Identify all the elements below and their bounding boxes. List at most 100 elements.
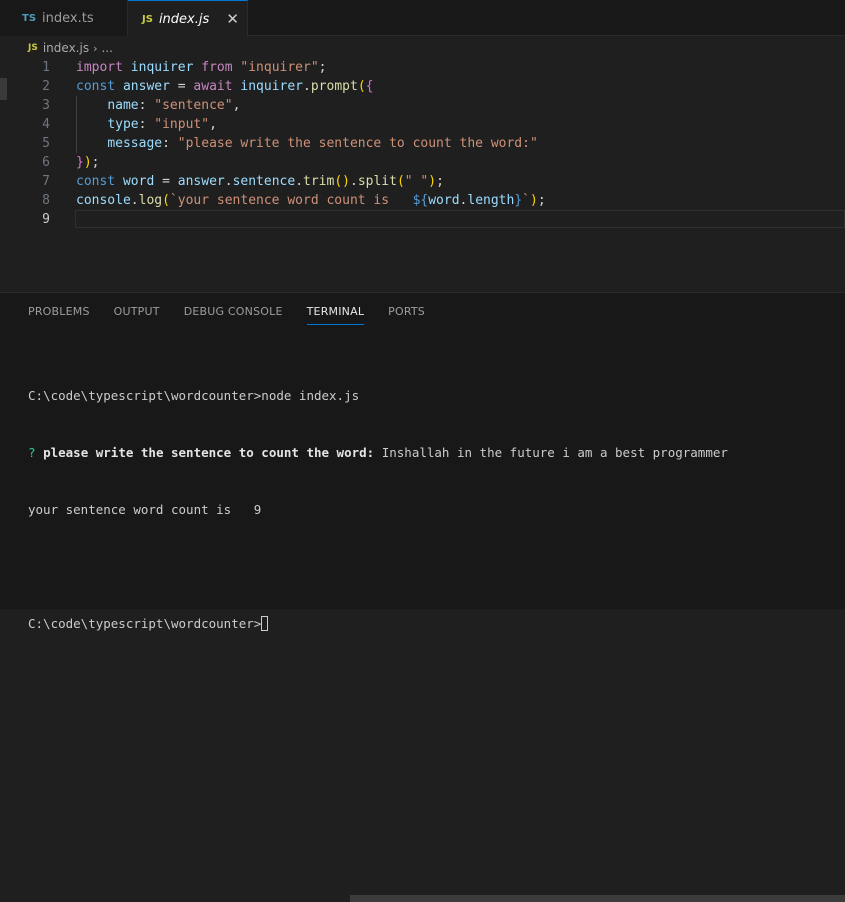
code-token: .: [130, 193, 139, 208]
code-token: .: [349, 174, 358, 189]
code-token: ,: [232, 98, 241, 113]
code-token: length: [467, 193, 515, 208]
code-line[interactable]: 1 import inquirer from "inquirer";: [0, 58, 845, 77]
breadcrumb: JS index.js › ...: [28, 39, 113, 57]
code-token: .: [295, 174, 304, 189]
line-number: 3: [42, 98, 50, 113]
code-line[interactable]: 7 const word = answer.sentence.trim().spl…: [0, 172, 845, 191]
line-code: type: "input",: [76, 115, 217, 134]
code-token: {: [365, 79, 374, 94]
code-token: ${: [412, 193, 429, 208]
question-text: please write the sentence to count the w…: [43, 445, 375, 460]
code-token: .: [303, 79, 311, 94]
line-number: 2: [42, 79, 50, 94]
code-token: ;: [436, 174, 444, 189]
code-token: :: [162, 136, 178, 151]
code-token: trim: [303, 174, 335, 189]
panel-tabs: PROBLEMS OUTPUT DEBUG CONSOLE TERMINAL PORTS: [28, 304, 449, 325]
editor-tab-bar: TS index.ts JS index.js ✕: [0, 0, 845, 37]
panel-tab-debug-console[interactable]: DEBUG CONSOLE: [184, 304, 283, 324]
code-line[interactable]: 2 const answer = await inquirer.prompt({: [0, 77, 845, 96]
line-code: message: "please write the sentence to c…: [76, 134, 538, 153]
code-token: answer: [122, 79, 170, 94]
typescript-file-icon: TS: [22, 12, 37, 24]
javascript-file-icon: JS: [28, 43, 38, 53]
code-token: "input": [154, 117, 210, 132]
code-token: log: [138, 193, 163, 208]
terminal-prompt-line[interactable]: C:\code\typescript\wordcounter>: [28, 614, 728, 633]
code-token: ): [428, 174, 437, 189]
javascript-file-icon: JS: [142, 13, 153, 25]
line-number: 5: [42, 136, 50, 151]
code-token: split: [357, 174, 397, 189]
code-token: "please write the sentence to count the …: [177, 136, 538, 151]
code-editor[interactable]: 1 import inquirer from "inquirer"; 2 const …: [0, 58, 845, 292]
tab-label: index.js: [158, 11, 210, 27]
line-number: 9: [42, 212, 50, 227]
code-token: answer: [177, 174, 225, 189]
code-token: prompt: [310, 79, 358, 94]
code-token: (: [396, 174, 405, 189]
chevron-right-icon: ›: [93, 41, 98, 55]
code-token: const: [76, 174, 116, 189]
code-token: (): [334, 174, 350, 189]
code-token: word: [428, 193, 460, 208]
code-token: word: [122, 174, 155, 189]
breadcrumb-file[interactable]: index.js: [43, 41, 89, 55]
tab-label: index.ts: [42, 10, 94, 26]
code-token: const: [76, 79, 116, 94]
code-token: sentence: [232, 174, 296, 189]
code-line[interactable]: 5 message: "please write the sentence to…: [0, 134, 845, 153]
code-token: (: [162, 193, 170, 208]
code-line[interactable]: 6});: [0, 153, 845, 172]
code-token: inquirer: [240, 79, 304, 94]
tab-index-ts[interactable]: TS index.ts: [0, 0, 128, 36]
code-token: await: [193, 79, 233, 94]
close-icon[interactable]: ✕: [226, 10, 239, 28]
code-token: from: [201, 60, 233, 75]
code-token: "inquirer": [240, 60, 319, 75]
code-token: ): [530, 193, 538, 208]
line-code: name: "sentence",: [76, 96, 240, 115]
code-token: ,: [209, 117, 217, 132]
line-number: 8: [42, 193, 50, 208]
code-token: ;: [91, 155, 100, 170]
answer-text: Inshallah in the future i am a best prog…: [374, 445, 728, 460]
code-line[interactable]: 3 name: "sentence",: [0, 96, 845, 115]
question-mark: ?: [28, 445, 36, 460]
terminal-cursor: [261, 616, 269, 631]
horizontal-scrollbar[interactable]: [350, 895, 845, 902]
code-token: :: [138, 117, 155, 132]
current-line-highlight: [75, 210, 845, 228]
code-line[interactable]: 4 type: "input",: [0, 115, 845, 134]
code-token: =: [169, 79, 194, 94]
breadcrumb-more[interactable]: ...: [101, 41, 112, 55]
code-token: ;: [318, 60, 327, 75]
line-number: 6: [42, 155, 50, 170]
code-token: " ": [404, 174, 429, 189]
code-token: message: [107, 136, 163, 151]
line-code: const word = answer.sentence.trim().spli…: [76, 172, 444, 191]
terminal-result-line: your sentence word count is 9: [28, 502, 262, 517]
terminal-command-line: C:\code\typescript\wordcounter>node inde…: [28, 388, 360, 403]
line-number: 7: [42, 174, 50, 189]
panel-tab-ports[interactable]: PORTS: [388, 304, 425, 324]
code-token: `your sentence word count is: [169, 193, 413, 208]
line-number: 4: [42, 117, 50, 132]
tab-index-js[interactable]: JS index.js ✕: [128, 0, 248, 37]
panel-tab-output[interactable]: OUTPUT: [114, 304, 160, 324]
line-number: 1: [42, 60, 50, 75]
panel-tab-problems[interactable]: PROBLEMS: [28, 304, 90, 324]
code-line[interactable]: 8 console.log(`your sentence word count i…: [0, 191, 845, 210]
code-token: "sentence": [154, 98, 233, 113]
line-code: import inquirer from "inquirer";: [76, 58, 327, 77]
code-token: inquirer: [130, 60, 194, 75]
panel-tab-terminal[interactable]: TERMINAL: [306, 304, 365, 325]
terminal[interactable]: C:\code\typescript\wordcounter>node inde…: [28, 348, 728, 671]
code-token: }: [76, 155, 84, 170]
code-line[interactable]: 9: [0, 210, 845, 229]
